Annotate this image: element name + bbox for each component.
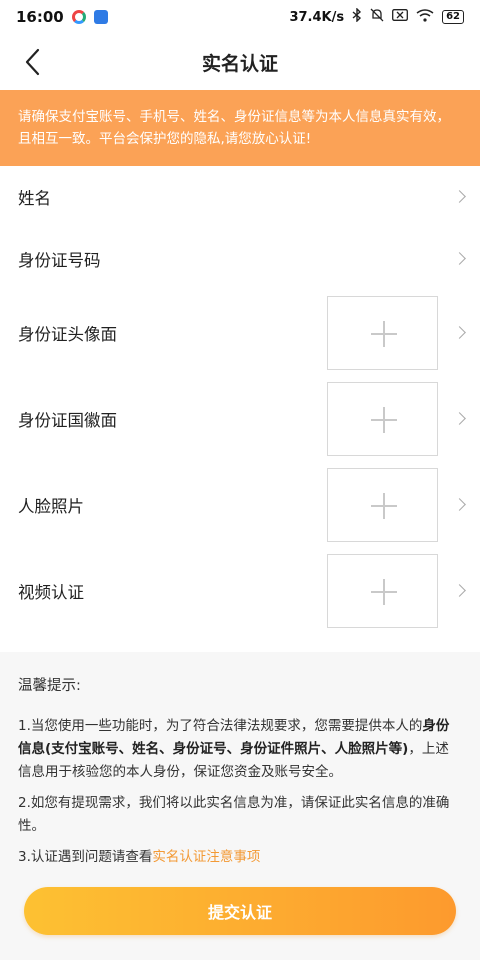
chevron-right-icon (453, 252, 466, 265)
tip-3-prefix: 3.认证遇到问题请查看 (18, 849, 153, 865)
chevron-right-icon (453, 584, 466, 597)
wifi-icon (416, 8, 434, 26)
tip-2: 2.如您有提现需求，我们将以此实名信息为准，请保证此实名信息的准确性。 (18, 795, 450, 834)
id-front-row[interactable]: 身份证头像面 (0, 290, 480, 376)
mute-bell-icon (370, 8, 384, 26)
video-auth-label: 视频认证 (18, 583, 84, 602)
name-label: 姓名 (18, 189, 51, 208)
plus-icon-vertical (383, 579, 385, 605)
plus-icon-vertical (383, 407, 385, 433)
chevron-right-icon (453, 326, 466, 339)
face-photo-label: 人脸照片 (18, 497, 84, 516)
back-arrow-icon (25, 48, 40, 76)
id-back-row[interactable]: 身份证国徽面 (0, 376, 480, 462)
chevron-right-icon (453, 498, 466, 511)
battery-indicator: 62 (442, 10, 464, 24)
app-notification-icon (71, 10, 86, 24)
tips-title: 温馨提示: (18, 678, 81, 694)
name-row[interactable]: 姓名 (0, 166, 480, 228)
plus-icon-vertical (383, 493, 385, 519)
status-time: 16:00 (16, 8, 64, 26)
tip-1: 1.当您使用一些功能时，为了符合法律法规要求，您需要提供本人的身份信息(支付宝账… (18, 715, 462, 784)
video-auth-upload-button[interactable] (327, 554, 438, 628)
id-front-upload-button[interactable] (327, 296, 438, 370)
id-back-label: 身份证国徽面 (18, 411, 117, 430)
page-title: 实名认证 (201, 52, 278, 75)
verification-form: 姓名 身份证号码 身份证头像面 身份证国徽面 人脸照片 视频认证 (0, 166, 480, 634)
status-bar: 16:00 37.4K/s 62 (0, 0, 480, 34)
sim-off-icon (392, 9, 409, 25)
face-photo-upload-button[interactable] (327, 468, 438, 542)
privacy-notice-banner: 请确保支付宝账号、手机号、姓名、身份证信息等为本人信息真实有效，且相互一致。平台… (0, 90, 480, 166)
app-notification-icon-2 (93, 10, 108, 24)
face-photo-row[interactable]: 人脸照片 (0, 462, 480, 548)
back-button[interactable] (18, 44, 48, 80)
submit-button[interactable]: 提交认证 (24, 887, 456, 935)
tip-3: 3.认证遇到问题请查看实名认证注意事项 (18, 846, 462, 869)
chevron-right-icon (453, 412, 466, 425)
plus-icon-vertical (383, 321, 385, 347)
network-speed: 37.4K/s (289, 9, 345, 25)
nav-bar: 实名认证 (0, 34, 480, 90)
id-number-label: 身份证号码 (18, 251, 101, 270)
notice-text: 请确保支付宝账号、手机号、姓名、身份证信息等为本人信息真实有效，且相互一致。平台… (18, 109, 450, 147)
precautions-link[interactable]: 实名认证注意事项 (152, 849, 260, 865)
video-auth-row[interactable]: 视频认证 (0, 548, 480, 634)
id-back-upload-button[interactable] (327, 382, 438, 456)
id-front-label: 身份证头像面 (18, 325, 117, 344)
bluetooth-icon (352, 7, 362, 26)
tip-1-prefix: 1.当您使用一些功能时，为了符合法律法规要求，您需要提供本人的 (18, 718, 423, 734)
chevron-right-icon (453, 190, 466, 203)
id-number-row[interactable]: 身份证号码 (0, 228, 480, 290)
